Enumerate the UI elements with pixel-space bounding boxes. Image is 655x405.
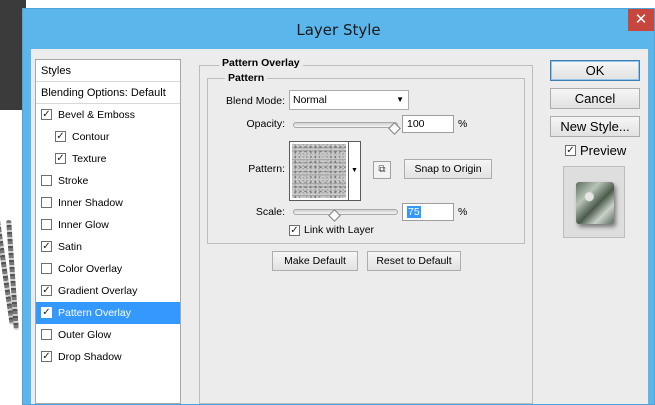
style-item-checkbox[interactable]	[41, 263, 52, 274]
scale-input[interactable]: 75	[402, 203, 454, 221]
layer-style-dialog: Layer Style ✕ Styles Blending Options: D…	[22, 8, 655, 405]
preview-thumbnail	[576, 182, 614, 224]
ok-button[interactable]: OK	[550, 60, 640, 81]
style-item-label: Inner Shadow	[58, 197, 123, 209]
styles-list-panel: Styles Blending Options: Default ✓ Bevel …	[35, 59, 181, 404]
style-item-label: Pattern Overlay	[58, 307, 131, 319]
snap-to-origin-button[interactable]: Snap to Origin	[404, 159, 492, 179]
chevron-down-icon: ▼	[396, 95, 404, 104]
style-item-label: Stroke	[58, 175, 89, 187]
style-item[interactable]: ✓ Satin	[36, 236, 180, 258]
dialog-body: Styles Blending Options: Default ✓ Bevel …	[31, 49, 648, 404]
style-item-checkbox[interactable]	[41, 197, 52, 208]
cancel-button[interactable]: Cancel	[550, 88, 640, 109]
style-item-label: Drop Shadow	[58, 351, 122, 363]
style-preview	[563, 166, 625, 238]
style-item[interactable]: ✓ Pattern Overlay	[36, 302, 180, 324]
new-style-button[interactable]: New Style...	[550, 116, 640, 137]
style-item[interactable]: Inner Shadow	[36, 192, 180, 214]
style-item-checkbox[interactable]: ✓	[55, 131, 66, 142]
styles-header[interactable]: Styles	[36, 60, 180, 82]
style-item[interactable]: ✓ Gradient Overlay	[36, 280, 180, 302]
style-item[interactable]: Outer Glow	[36, 324, 180, 346]
style-item-checkbox[interactable]: ✓	[41, 241, 52, 252]
style-item-checkbox[interactable]: ✓	[41, 109, 52, 120]
style-item-label: Color Overlay	[58, 263, 123, 275]
pattern-swatch[interactable]	[289, 141, 349, 201]
pattern-overlay-title: Pattern Overlay	[219, 57, 303, 69]
style-item[interactable]: Stroke	[36, 170, 180, 192]
make-default-button[interactable]: Make Default	[272, 251, 358, 271]
style-item-label: Inner Glow	[58, 219, 109, 231]
style-item-checkbox[interactable]	[41, 175, 52, 186]
opacity-label: Opacity:	[246, 118, 285, 130]
style-item[interactable]: ✓ Contour	[36, 126, 180, 148]
style-item-checkbox[interactable]: ✓	[41, 307, 52, 318]
opacity-slider[interactable]	[293, 122, 401, 135]
new-preset-button[interactable]: ⧉	[373, 161, 391, 179]
pattern-label: Pattern:	[248, 163, 285, 175]
new-preset-icon: ⧉	[378, 164, 386, 175]
style-item-label: Texture	[72, 153, 107, 165]
style-item-checkbox[interactable]	[41, 329, 52, 340]
blend-mode-value: Normal	[293, 94, 327, 106]
link-with-layer-label: Link with Layer	[304, 224, 375, 236]
style-item-label: Outer Glow	[58, 329, 112, 341]
preview-check[interactable]: ✓	[565, 145, 576, 156]
opacity-input[interactable]: 100	[402, 115, 454, 133]
pattern-preview	[292, 144, 346, 198]
style-item-label: Contour	[72, 131, 110, 143]
close-icon: ✕	[634, 11, 648, 28]
pattern-picker-dropdown[interactable]: ▼	[349, 141, 361, 201]
chevron-down-icon: ▼	[351, 167, 358, 174]
style-item[interactable]: ✓ Texture	[36, 148, 180, 170]
dialog-title: Layer Style	[296, 21, 381, 39]
scale-label: Scale:	[255, 206, 285, 218]
scale-value-selected: 75	[407, 206, 421, 218]
link-with-layer-check[interactable]: ✓	[289, 225, 300, 236]
style-item-checkbox[interactable]: ✓	[41, 351, 52, 362]
close-button[interactable]: ✕	[628, 9, 654, 31]
style-item-checkbox[interactable]: ✓	[41, 285, 52, 296]
scale-percent: %	[458, 206, 468, 218]
style-item[interactable]: ✓ Drop Shadow	[36, 346, 180, 368]
preview-label: Preview	[580, 143, 627, 158]
blend-mode-select[interactable]: Normal ▼	[289, 90, 409, 110]
blending-options-item[interactable]: Blending Options: Default	[36, 82, 180, 104]
blend-mode-label: Blend Mode:	[226, 95, 285, 107]
opacity-percent: %	[458, 118, 468, 130]
background-texture-strip	[0, 215, 22, 345]
style-item-label: Bevel & Emboss	[58, 109, 136, 121]
title-bar[interactable]: Layer Style ✕	[23, 9, 654, 49]
reset-to-default-button[interactable]: Reset to Default	[367, 251, 461, 271]
style-item-label: Satin	[58, 241, 82, 253]
style-item-checkbox[interactable]: ✓	[55, 153, 66, 164]
style-item-label: Gradient Overlay	[58, 285, 138, 297]
scale-slider[interactable]	[293, 209, 398, 222]
style-item[interactable]: Inner Glow	[36, 214, 180, 236]
style-item-checkbox[interactable]	[41, 219, 52, 230]
style-item[interactable]: ✓ Bevel & Emboss	[36, 104, 180, 126]
pattern-group-title: Pattern	[225, 72, 268, 84]
style-item[interactable]: Color Overlay	[36, 258, 180, 280]
